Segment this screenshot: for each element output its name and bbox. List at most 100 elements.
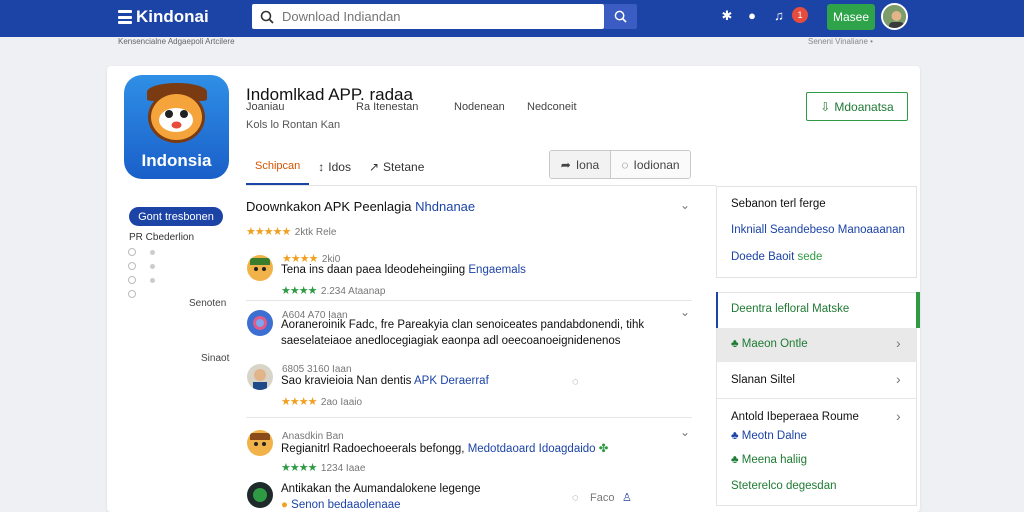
login-button[interactable]: Masee <box>827 4 875 30</box>
site-logo[interactable]: Kindonai <box>118 6 209 28</box>
star-rating-icon: ★★★★ <box>281 396 317 408</box>
thumbs-up-icon[interactable]: ♙ <box>622 491 632 504</box>
sidebar-primary-button[interactable]: Gont tresbonen <box>129 207 223 226</box>
arrow-icon: ↗ <box>368 159 380 174</box>
leaf-icon: ♣ <box>731 338 739 350</box>
bell-icon[interactable]: ♫ <box>772 9 786 23</box>
review-4-submeta: ★★★★ 1234 Iaae <box>281 462 366 474</box>
pill-label: Iodionan <box>633 157 680 172</box>
coin-icon: ● <box>281 499 288 511</box>
breadcrumb: Kensencialne Adgaepoli Artcilere <box>118 37 235 46</box>
review-5-link[interactable]: Senon bedaaolenaae <box>291 499 400 511</box>
reviewer-avatar[interactable] <box>247 255 273 281</box>
share-icon: ➦ <box>560 157 571 172</box>
tab-overview[interactable]: Schipcan <box>246 148 310 185</box>
app-meta-line: Kols lo Rontan Kan <box>246 119 341 131</box>
category-item-2[interactable]: ♣ Maeon Ontle <box>731 338 808 350</box>
related-link-1[interactable]: Inkniall Seandebeso Manoaaanan <box>731 224 905 236</box>
search-bar <box>252 4 604 29</box>
review-3-link[interactable]: APK Deraerraf <box>414 375 489 387</box>
tab-label: Idos <box>328 159 351 174</box>
app-meta-1: Joaniau <box>246 101 285 113</box>
reviews-rating: ★★★★★ 2ktk Rele <box>246 226 337 238</box>
category-item-4[interactable]: Antold Ibeperaea Roume <box>731 411 859 423</box>
sidebar-right-label-1: Senoten <box>189 298 227 309</box>
related-link-2[interactable]: Doede Baoit sede <box>731 251 822 263</box>
review-2-text-2: saeselateiaoe anedlocegiagiak eaonpa adl… <box>281 335 621 347</box>
search-icon <box>614 10 627 23</box>
active-indicator-right <box>916 292 920 328</box>
search-icon <box>260 10 274 24</box>
app-meta-3[interactable]: Nodenean <box>454 101 505 113</box>
review-5-link-row: ● Senon bedaaolenaae <box>281 499 401 511</box>
sidebar-label: PR Cbederlion <box>129 232 195 243</box>
reviewer-avatar[interactable] <box>247 430 273 456</box>
review-4-link[interactable]: Medotdaoard Idoagdaido <box>468 443 596 455</box>
chevron-down-icon[interactable]: ⌄ <box>680 425 690 439</box>
review-4-text: Regianitrl Radoechoeerals befongg, Medot… <box>281 443 609 455</box>
install-button[interactable]: ⇩ Mdoanatsa <box>806 92 908 121</box>
mascot-face-icon <box>148 91 205 143</box>
review-5-text: Antikakan the Aumandalokene legenge <box>281 483 481 495</box>
category-divider <box>717 398 917 399</box>
star-rating-icon: ★★★★★ <box>246 226 291 238</box>
app-icon: Indonsia <box>124 75 229 179</box>
category-item-7[interactable]: Steterelco degesdan <box>731 480 837 492</box>
radio-option[interactable] <box>128 262 136 270</box>
category-item-6[interactable]: ♣ Meena haliig <box>731 454 807 466</box>
chevron-right-icon[interactable]: › <box>896 371 901 387</box>
reviewer-avatar[interactable] <box>247 310 273 336</box>
breadcrumb-right[interactable]: Seneni Vinaliane • <box>808 37 873 46</box>
gear-icon[interactable]: ✱ <box>720 9 734 23</box>
chevron-right-icon[interactable]: › <box>896 408 901 424</box>
category-item-3[interactable]: Slanan Siltel <box>731 374 795 386</box>
notification-badge: 1 <box>792 7 808 23</box>
app-meta-4[interactable]: Nedconeit <box>527 101 577 113</box>
search-button[interactable] <box>604 4 637 29</box>
radio-option[interactable] <box>128 290 136 298</box>
review-1-link[interactable]: Engaemals <box>468 264 526 276</box>
category-item-1[interactable]: Deentra lefloral Matske <box>731 303 849 315</box>
leaf-icon: ♣ <box>731 430 739 442</box>
chevron-down-icon[interactable]: ⌄ <box>680 305 690 319</box>
tab-stats[interactable]: ↗ Stetane <box>360 148 433 185</box>
tab-info[interactable]: ↕ Idos <box>309 148 360 185</box>
review-divider <box>246 417 692 418</box>
reviewer-avatar[interactable] <box>247 482 273 508</box>
user-avatar[interactable] <box>881 3 908 30</box>
chevron-down-icon[interactable]: ⌄ <box>680 198 690 212</box>
tab-label: Stetane <box>383 159 425 174</box>
share-button[interactable]: ➦ Iona <box>550 151 610 178</box>
radio-option[interactable] <box>128 248 136 256</box>
pill-label: Iona <box>575 157 600 172</box>
like-icon[interactable]: ◌ <box>572 492 579 504</box>
review-3-text: Sao kravieioia Nan dentis APK Deraerraf <box>281 375 489 387</box>
leaf-icon: ♣ <box>731 454 739 466</box>
top-bar: Kindonai ✱ ● ♫ 1 Masee <box>0 0 1024 37</box>
comment-button[interactable]: ◌ Iodionan <box>610 151 690 178</box>
radio-option[interactable] <box>128 276 136 284</box>
search-input[interactable] <box>282 9 582 24</box>
app-icon-label: Indonsia <box>141 151 212 170</box>
reviews-heading: Doownkakon APK Peenlagia Nhdnanae <box>246 199 476 214</box>
chat-icon[interactable]: ● <box>745 9 759 23</box>
like-icon[interactable]: ◌ <box>572 376 579 388</box>
star-rating-icon: ★★★★ <box>281 462 317 474</box>
category-item-5[interactable]: ♣ Meotn Dalne <box>731 430 807 442</box>
menu-icon <box>118 10 132 24</box>
category-list <box>716 292 917 506</box>
reviewer-avatar[interactable] <box>247 364 273 390</box>
install-button-label: Mdoanatsa <box>834 99 894 114</box>
download-icon: ⇩ <box>820 99 831 114</box>
logo-text: Kindonai <box>136 7 209 26</box>
reviews-heading-link[interactable]: Nhdnanae <box>415 199 475 214</box>
review-1-text: Tena ins daan paea ldeodeheingiing Engae… <box>281 264 526 276</box>
chevron-right-icon[interactable]: › <box>896 335 901 351</box>
tab-bar: Schipcan ↕ Idos ↗ Stetane <box>246 148 433 185</box>
app-meta-2[interactable]: Ra Itenestan <box>356 101 418 113</box>
sidebar-option-list <box>128 248 158 300</box>
active-indicator-left <box>716 292 718 328</box>
info-icon: ↕ <box>318 159 325 174</box>
review-1-submeta: ★★★★ 2.234 Ataanap <box>281 285 386 297</box>
comment-icon: ◌ <box>621 157 629 172</box>
